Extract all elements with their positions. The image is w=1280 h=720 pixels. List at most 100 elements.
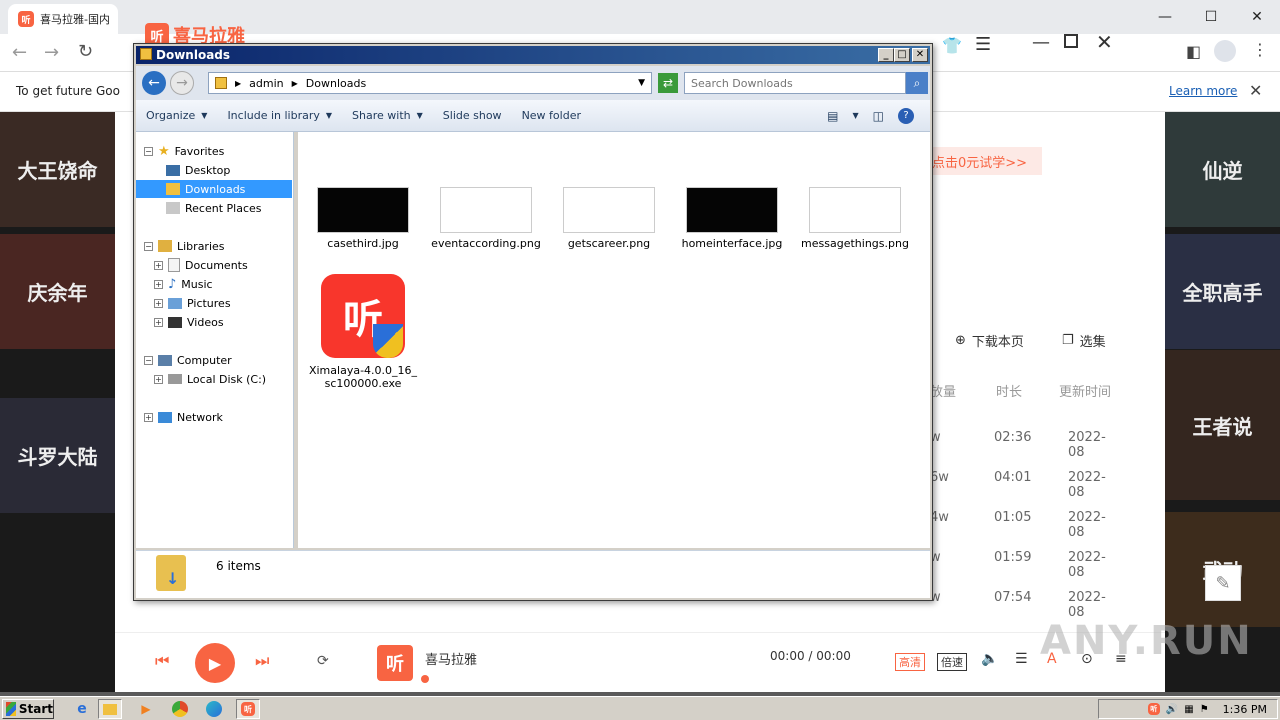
nav-videos[interactable]: + Videos xyxy=(154,313,224,331)
breadcrumb-admin[interactable]: admin xyxy=(249,77,283,90)
ximalaya-taskbar-icon[interactable]: 听 xyxy=(236,699,260,719)
quality-button[interactable]: 高清 xyxy=(895,653,925,671)
table-row[interactable]: w 07:54 2022-08 xyxy=(920,590,1120,620)
file-item[interactable]: casethird.jpg xyxy=(308,187,418,250)
nav-desktop[interactable]: Desktop xyxy=(166,161,230,179)
slide-show-button[interactable]: Slide show xyxy=(433,109,512,122)
include-in-library-menu[interactable]: Include in library ▼ xyxy=(217,109,342,122)
poster[interactable]: 斗罗大陆 xyxy=(0,398,115,513)
profile-icon[interactable] xyxy=(1214,40,1236,62)
app-minimize-icon[interactable]: — xyxy=(1032,32,1050,53)
poster[interactable]: 庆余年 xyxy=(0,234,115,349)
list-icon[interactable]: ☰ xyxy=(975,34,991,55)
minimize-icon[interactable]: — xyxy=(1142,0,1188,34)
nav-favorites[interactable]: − ★ Favorites xyxy=(144,142,224,160)
tray-flag-icon[interactable]: ⚑ xyxy=(1200,704,1209,715)
ie-icon[interactable]: e xyxy=(70,699,94,719)
play-button[interactable]: ▶ xyxy=(195,643,235,683)
share-with-menu[interactable]: Share with ▼ xyxy=(342,109,433,122)
tray-speaker-icon[interactable]: 🔊 xyxy=(1166,704,1178,715)
poster[interactable]: 大王饶命 xyxy=(0,112,115,227)
forward-icon[interactable]: → xyxy=(44,42,59,63)
poster[interactable]: 王者说 xyxy=(1165,350,1280,500)
nav-local-disk[interactable]: + Local Disk (C:) xyxy=(154,370,266,388)
learn-more-link[interactable]: Learn more xyxy=(1169,84,1237,98)
nav-computer[interactable]: − Computer xyxy=(144,351,232,369)
speed-button[interactable]: 倍速 xyxy=(937,653,967,671)
app-close-icon[interactable]: ✕ xyxy=(1096,30,1113,54)
expand-icon[interactable]: + xyxy=(154,317,163,327)
back-icon[interactable]: ← xyxy=(12,42,27,63)
nav-network[interactable]: + Network xyxy=(144,408,223,426)
poster[interactable]: 仙逆 xyxy=(1165,112,1280,227)
table-row[interactable]: w 01:59 2022-08 xyxy=(920,550,1120,580)
prev-track-icon[interactable]: ⏮ xyxy=(155,651,169,671)
select-episodes-button[interactable]: ❐ 选集 xyxy=(1062,331,1106,350)
chrome-icon[interactable] xyxy=(168,699,192,719)
menu-icon[interactable]: ⋮ xyxy=(1252,40,1268,59)
file-item[interactable]: getscareer.png xyxy=(554,187,664,250)
shirt-icon[interactable]: 👕 xyxy=(942,36,962,55)
explorer-close-icon[interactable]: ✕ xyxy=(912,48,928,62)
nav-music[interactable]: + ♪ Music xyxy=(154,275,213,293)
forward-button[interactable]: → xyxy=(170,71,194,95)
sidepanel-icon[interactable]: ◧ xyxy=(1186,42,1201,61)
expand-icon[interactable]: + xyxy=(154,260,163,270)
nav-recent-places[interactable]: Recent Places xyxy=(166,199,262,217)
explorer-titlebar[interactable]: Downloads _ □ ✕ xyxy=(136,46,930,64)
file-item[interactable]: 听 Ximalaya-4.0.0_16_sc100000.exe xyxy=(308,274,418,390)
view-dropdown-icon[interactable]: ▼ xyxy=(853,111,859,120)
nav-pictures[interactable]: + Pictures xyxy=(154,294,231,312)
table-row[interactable]: 6w 04:01 2022-08 xyxy=(920,470,1120,500)
expand-icon[interactable]: + xyxy=(154,279,163,289)
expand-icon[interactable]: + xyxy=(154,374,163,384)
table-row[interactable]: 4w 01:05 2022-08 xyxy=(920,510,1120,540)
breadcrumb-downloads[interactable]: Downloads xyxy=(306,77,366,90)
search-icon[interactable]: ⌕ xyxy=(906,72,928,94)
app-maximize-icon[interactable] xyxy=(1064,34,1078,48)
explorer-maximize-icon[interactable]: □ xyxy=(894,48,910,62)
search-input[interactable] xyxy=(684,72,906,94)
collapse-icon[interactable]: − xyxy=(144,355,153,365)
table-row[interactable]: w 02:36 2022-08 xyxy=(920,430,1120,460)
infobar-close-icon[interactable]: ✕ xyxy=(1249,81,1262,100)
promo-button[interactable]: 点击0元试学>> xyxy=(922,147,1042,175)
view-icon[interactable]: ▤ xyxy=(827,109,838,123)
tray-ximalaya-icon[interactable]: 听 xyxy=(1147,703,1160,715)
collapse-icon[interactable]: − xyxy=(144,146,153,156)
volume-icon[interactable]: 🔈 xyxy=(981,651,998,667)
start-button[interactable]: Start xyxy=(2,699,54,719)
nav-downloads[interactable]: Downloads xyxy=(136,180,292,198)
download-page-button[interactable]: ⊕ 下载本页 xyxy=(955,331,1024,350)
explorer-minimize-icon[interactable]: _ xyxy=(878,48,894,62)
close-icon[interactable]: ✕ xyxy=(1234,0,1280,34)
nav-documents[interactable]: + Documents xyxy=(154,256,248,274)
repeat-icon[interactable]: ⟳ xyxy=(317,653,329,669)
edge-icon[interactable] xyxy=(202,699,226,719)
next-track-icon[interactable]: ⏭ xyxy=(255,651,269,671)
file-item[interactable]: messagethings.png xyxy=(800,187,910,250)
feedback-icon[interactable]: ✎ xyxy=(1205,565,1241,601)
tray-network-icon[interactable]: ▦ xyxy=(1184,704,1193,715)
reload-icon[interactable]: ↻ xyxy=(78,41,93,62)
expand-icon[interactable]: + xyxy=(154,298,163,308)
file-item[interactable]: homeinterface.jpg xyxy=(677,187,787,250)
collapse-icon[interactable]: − xyxy=(144,241,153,251)
playlist-icon[interactable]: ☰ xyxy=(1015,651,1028,667)
preview-pane-icon[interactable]: ◫ xyxy=(873,109,884,123)
new-folder-button[interactable]: New folder xyxy=(512,109,591,122)
maximize-icon[interactable]: ☐ xyxy=(1188,0,1234,34)
explorer-taskbar-icon[interactable] xyxy=(98,699,122,719)
progress-knob[interactable] xyxy=(421,675,429,683)
nav-libraries[interactable]: − Libraries xyxy=(144,237,225,255)
file-item[interactable]: eventaccording.png xyxy=(431,187,541,250)
expand-icon[interactable]: + xyxy=(144,412,153,422)
help-icon[interactable]: ? xyxy=(898,107,914,124)
back-button[interactable]: ← xyxy=(142,71,166,95)
address-dropdown-icon[interactable]: ▼ xyxy=(638,78,645,88)
poster[interactable]: 全职高手 xyxy=(1165,234,1280,349)
media-player-icon[interactable]: ▶ xyxy=(134,699,158,719)
refresh-icon[interactable]: ⇄ xyxy=(658,73,678,93)
address-field[interactable]: ▶ admin ▶ Downloads ▼ xyxy=(208,72,652,94)
organize-menu[interactable]: Organize ▼ xyxy=(136,109,217,122)
